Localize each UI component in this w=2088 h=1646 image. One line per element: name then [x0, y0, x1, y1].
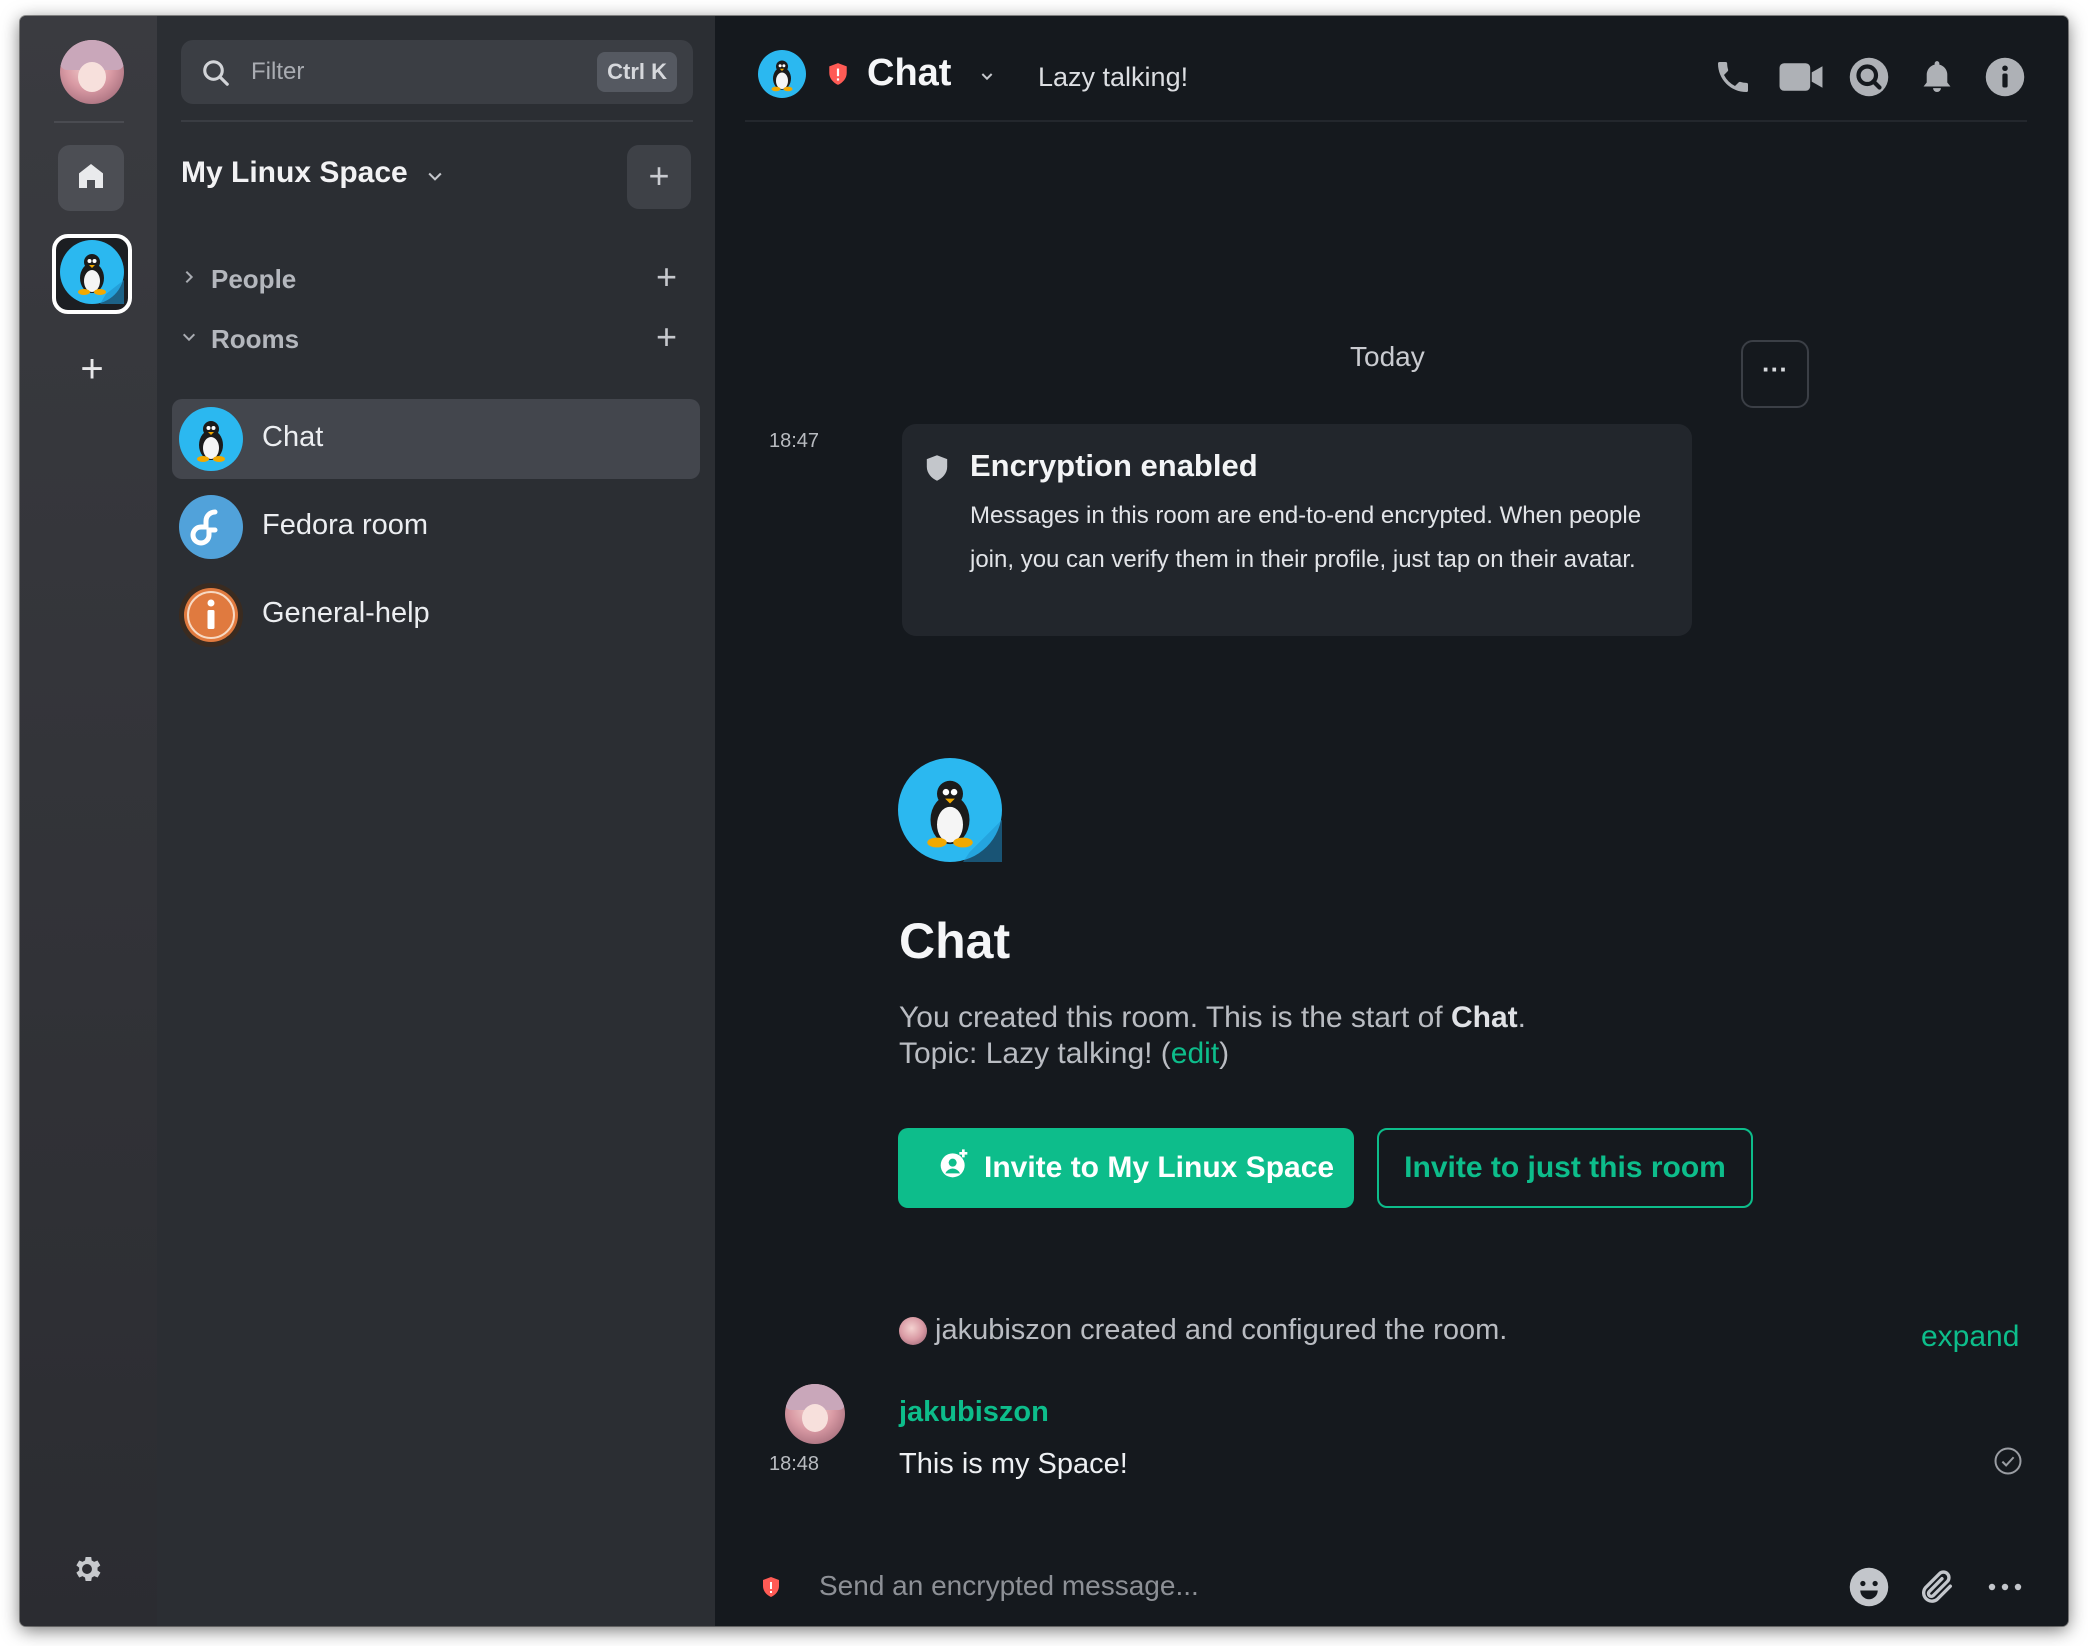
filter-input[interactable]: Filter Ctrl K: [181, 40, 693, 104]
shield-alert-icon: [827, 62, 849, 91]
room-item-general-help[interactable]: General-help: [172, 575, 700, 655]
room-intro-text: You created this room. This is the start…: [899, 1000, 1526, 1072]
chevron-down-icon[interactable]: [979, 68, 995, 89]
tux-icon: [179, 407, 243, 471]
tux-icon: [898, 758, 1002, 862]
summary-text: jakubiszon created and configured the ro…: [935, 1314, 1508, 1346]
invite-to-room-button[interactable]: Invite to just this room: [1377, 1128, 1753, 1208]
edit-topic-link[interactable]: edit: [1171, 1037, 1219, 1070]
user-avatar[interactable]: [60, 40, 124, 104]
room-name: Chat: [262, 421, 324, 453]
add-people-button[interactable]: +: [656, 259, 677, 295]
filter-shortcut-badge: Ctrl K: [597, 52, 677, 92]
invite-user-icon: [938, 1148, 970, 1188]
intro-topic-suffix: ): [1219, 1037, 1230, 1070]
room-item-chat[interactable]: Chat: [172, 399, 700, 479]
date-separator: Today: [1350, 341, 1425, 372]
room-header: Chat Lazy talking!: [715, 16, 2068, 120]
message-body: This is my Space!: [899, 1448, 1128, 1480]
section-rooms-label: Rooms: [211, 323, 300, 354]
space-name[interactable]: My Linux Space: [181, 156, 408, 190]
video-icon[interactable]: [1778, 54, 1824, 100]
chevron-down-icon[interactable]: [425, 166, 445, 191]
expand-link[interactable]: expand: [1921, 1320, 2019, 1354]
info-icon[interactable]: [1982, 54, 2028, 100]
room-view: Chat Lazy talking! Today ··· 18:47 Encry…: [715, 16, 2068, 1626]
search-icon: [201, 58, 231, 93]
encryption-notice: Encryption enabled Messages in this room…: [902, 424, 1692, 636]
read-receipt-icon: [1993, 1446, 2023, 1481]
section-people[interactable]: People +: [181, 259, 701, 299]
space-linux-button[interactable]: [52, 234, 132, 314]
space-rail: +: [20, 16, 157, 1626]
add-space-button[interactable]: +: [76, 349, 108, 389]
bell-icon[interactable]: [1914, 54, 1960, 100]
home-icon: [75, 160, 107, 197]
encryption-body: Messages in this room are end-to-end enc…: [970, 502, 1642, 573]
shield-alert-icon: [761, 1576, 781, 1603]
tux-icon[interactable]: [758, 50, 806, 98]
emoji-icon[interactable]: [1846, 1564, 1892, 1610]
phone-icon[interactable]: [1710, 54, 1756, 100]
header-divider: [745, 120, 2027, 122]
gear-icon: [70, 1556, 104, 1590]
room-list-panel: Filter Ctrl K My Linux Space + People + …: [157, 16, 715, 1626]
chevron-down-icon: [181, 328, 211, 351]
space-add-button[interactable]: +: [627, 145, 691, 209]
encryption-title: Encryption enabled: [970, 448, 1258, 483]
intro-room-name: Chat: [1450, 1001, 1518, 1034]
chevron-right-icon: [181, 268, 211, 291]
intro-created-prefix: You created this room. This is the start…: [899, 1001, 1451, 1034]
info-icon: [179, 583, 243, 647]
room-intro-title: Chat: [899, 913, 1011, 969]
attachment-icon[interactable]: [1914, 1564, 1960, 1610]
rail-divider: [54, 121, 124, 123]
shield-icon: [924, 454, 950, 487]
tux-icon: [60, 239, 124, 309]
room-topic[interactable]: Lazy talking!: [1038, 62, 1188, 93]
room-name: General-help: [262, 597, 430, 629]
home-button[interactable]: [58, 145, 124, 211]
invite-to-space-label: Invite to My Linux Space: [984, 1151, 1335, 1184]
event-timestamp: 18:47: [769, 430, 820, 452]
room-list-divider: [181, 120, 693, 122]
search-icon[interactable]: [1846, 54, 1892, 100]
intro-topic-line: Topic: Lazy talking! (edit): [899, 1036, 1526, 1072]
avatar: [899, 1316, 927, 1345]
room-item-fedora[interactable]: Fedora room: [172, 487, 700, 567]
room-name: Fedora room: [262, 509, 429, 541]
section-people-label: People: [211, 263, 297, 294]
sender-name[interactable]: jakubiszon: [899, 1396, 1049, 1429]
sender-avatar[interactable]: [785, 1384, 845, 1444]
add-room-button[interactable]: +: [656, 319, 677, 355]
filter-placeholder: Filter: [251, 58, 305, 85]
message-timestamp: 18:48: [769, 1453, 820, 1475]
app-window: + Filter Ctrl K My Linux Space + People: [20, 16, 2068, 1626]
intro-topic-prefix: Topic: Lazy talking! (: [899, 1037, 1171, 1070]
invite-to-space-button[interactable]: Invite to My Linux Space: [898, 1128, 1354, 1208]
more-options-icon[interactable]: [1982, 1564, 2028, 1610]
message-input[interactable]: Send an encrypted message...: [819, 1570, 1199, 1602]
message-composer: Send an encrypted message...: [715, 1544, 2068, 1624]
invite-to-room-label: Invite to just this room: [1404, 1151, 1726, 1184]
intro-created-line: You created this room. This is the start…: [899, 1000, 1526, 1036]
settings-button[interactable]: [70, 1552, 104, 1586]
intro-created-suffix: .: [1517, 1001, 1526, 1034]
room-creation-summary: jakubiszon created and configured the ro…: [899, 1314, 1507, 1347]
message-options-button[interactable]: ···: [1741, 340, 1809, 408]
fedora-icon: [179, 495, 243, 559]
section-rooms[interactable]: Rooms +: [181, 319, 701, 359]
room-title[interactable]: Chat: [867, 52, 951, 95]
